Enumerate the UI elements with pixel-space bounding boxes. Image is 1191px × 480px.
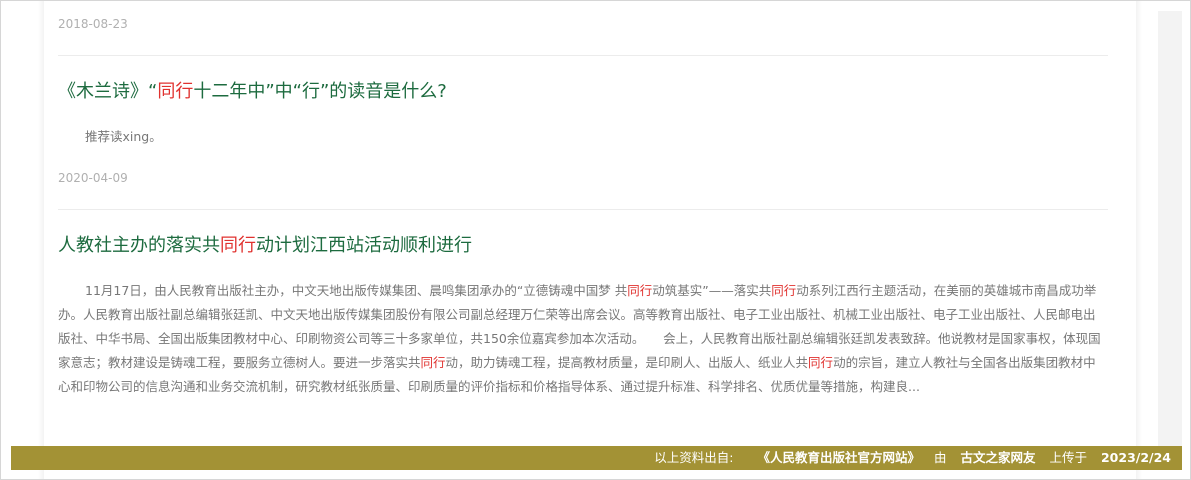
- footer-source-label: 以上资料出自:: [654, 450, 734, 465]
- results-panel: 2018-08-23 《木兰诗》“同行十二年中”中“行”的读音是什么? 推荐读x…: [0, 0, 1191, 480]
- result-snippet: 11月17日，由人民教育出版社主办，中文天地出版传媒集团、晨鸣集团承办的“立德铸…: [58, 279, 1104, 399]
- source-footer-bar: 以上资料出自: 《人民教育出版社官方网站》 由 古文之家网友 上传于 2023/…: [11, 446, 1182, 470]
- result-date: 2018-08-23: [58, 17, 128, 31]
- result-snippet-highlight: 同行: [771, 283, 797, 298]
- result-snippet-text: 11月17日，由人民教育出版社主办，中文天地出版传媒集团、晨鸣集团承办的“立德铸…: [85, 283, 628, 298]
- result-snippet-highlight: 同行: [420, 355, 446, 370]
- result-title-highlight: 同行: [157, 81, 194, 102]
- result-snippet-text: 动筑基实”——落实共: [652, 283, 772, 298]
- result-date: 2020-04-09: [58, 171, 128, 185]
- result-snippet-highlight: 同行: [808, 355, 834, 370]
- result-title-text: 人教社主办的落实共: [58, 235, 220, 256]
- result-divider: [58, 209, 1108, 210]
- footer-uploaded-label: 上传于: [1049, 450, 1087, 465]
- result-divider: [58, 55, 1108, 56]
- footer-by-label: 由: [933, 450, 947, 465]
- result-title-highlight: 同行: [220, 235, 256, 256]
- result-snippet-text: 动，助力铸魂工程，提高教材质量，是印刷人、出版人、纸业人共: [445, 355, 809, 370]
- result-snippet-highlight: 同行: [627, 283, 653, 298]
- panel-left-shadow: [38, 1, 44, 479]
- result-title-link[interactable]: 人教社主办的落实共同行动计划江西站活动顺利进行: [58, 234, 472, 258]
- result-title-text: 动计划江西站活动顺利进行: [256, 235, 472, 256]
- result-snippet-text: 推荐读xing。: [85, 129, 162, 144]
- result-title-text: 《木兰诗》“: [58, 81, 158, 102]
- footer-source-name[interactable]: 《人民教育出版社官方网站》: [757, 450, 920, 465]
- result-title-text: 十二年中”中“行”的读音是什么?: [193, 81, 447, 102]
- result-snippet: 推荐读xing。: [58, 125, 1104, 149]
- panel-right-shadow: [1136, 1, 1142, 479]
- vertical-scrollbar[interactable]: [1158, 11, 1182, 447]
- result-title-link[interactable]: 《木兰诗》“同行十二年中”中“行”的读音是什么?: [58, 80, 447, 104]
- footer-uploader: 古文之家网友: [960, 450, 1036, 465]
- footer-upload-date: 2023/2/24: [1100, 450, 1171, 465]
